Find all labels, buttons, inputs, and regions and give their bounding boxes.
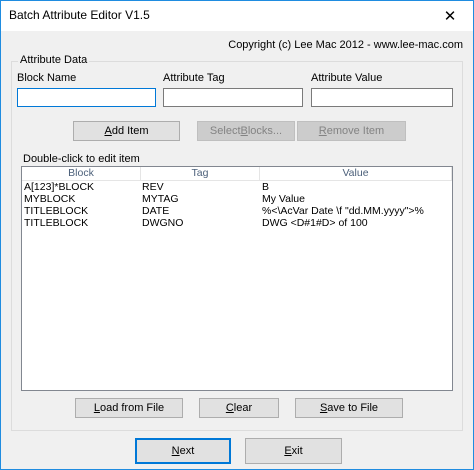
select-blocks-label-pre: Select <box>209 125 241 137</box>
attribute-list-view[interactable]: Block Tag Value A[123]*BLOCK REV B MYBLO… <box>21 166 453 391</box>
copyright-text: Copyright (c) Lee Mac 2012 - www.lee-mac… <box>228 39 463 51</box>
remove-item-label-post: emove Item <box>326 125 385 137</box>
cell-tag: MYTAG <box>142 193 179 205</box>
cell-tag: DATE <box>142 205 170 217</box>
title-bar[interactable]: Batch Attribute Editor V1.5 ✕ <box>1 1 473 31</box>
block-name-label: Block Name <box>17 72 77 84</box>
attribute-data-group-label: Attribute Data <box>18 54 90 66</box>
next-label-mnemonic: N <box>171 445 180 457</box>
list-header: Block Tag Value <box>22 167 452 181</box>
clear-label-mnemonic: C <box>225 402 234 414</box>
block-name-input[interactable] <box>17 88 156 107</box>
cell-value: %<\AcVar Date \f "dd.MM.yyyy">% <box>262 205 424 217</box>
column-header-block[interactable]: Block <box>22 167 141 180</box>
save-to-file-button[interactable]: Save to File <box>295 398 403 418</box>
next-label-post: ext <box>179 445 195 457</box>
cell-value: My Value <box>262 193 305 205</box>
batch-attribute-editor-window: Batch Attribute Editor V1.5 ✕ Copyright … <box>0 0 474 470</box>
select-blocks-label-post: locks... <box>247 125 283 137</box>
cell-tag: DWGNO <box>142 217 184 229</box>
table-row[interactable]: TITLEBLOCK DATE %<\AcVar Date \f "dd.MM.… <box>22 205 452 217</box>
table-row[interactable]: A[123]*BLOCK REV B <box>22 181 452 193</box>
table-row[interactable]: MYBLOCK MYTAG My Value <box>22 193 452 205</box>
cell-value: B <box>262 181 270 193</box>
column-header-value[interactable]: Value <box>260 167 452 180</box>
exit-label-post: xit <box>291 445 303 457</box>
attribute-value-input[interactable] <box>311 88 453 107</box>
add-item-label-mnemonic: A <box>104 125 112 137</box>
attribute-value-label: Attribute Value <box>311 72 383 84</box>
cell-block: TITLEBLOCK <box>24 205 89 217</box>
exit-button[interactable]: Exit <box>245 438 342 464</box>
list-hint-label: Double-click to edit item <box>23 153 140 165</box>
attribute-tag-input[interactable] <box>163 88 303 107</box>
save-to-file-label-mnemonic: S <box>319 402 328 414</box>
load-from-file-button[interactable]: Load from File <box>75 398 183 418</box>
select-blocks-button[interactable]: Select Blocks... <box>197 121 295 141</box>
cell-block: A[123]*BLOCK <box>24 181 95 193</box>
column-header-tag[interactable]: Tag <box>141 167 260 180</box>
exit-label-mnemonic: E <box>284 445 292 457</box>
remove-item-button[interactable]: Remove Item <box>297 121 406 141</box>
add-item-button[interactable]: Add Item <box>73 121 180 141</box>
clear-label-post: lear <box>233 402 253 414</box>
remove-item-label-mnemonic: R <box>318 125 327 137</box>
cell-block: MYBLOCK <box>24 193 76 205</box>
attribute-data-group: Attribute Data Block Name Attribute Tag … <box>11 54 463 431</box>
close-icon: ✕ <box>443 8 457 25</box>
close-button[interactable]: ✕ <box>427 1 473 31</box>
load-from-file-label-post: oad from File <box>99 402 165 414</box>
save-to-file-label-post: ave to File <box>327 402 379 414</box>
next-button[interactable]: Next <box>135 438 231 464</box>
window-title: Batch Attribute Editor V1.5 <box>9 8 150 22</box>
clear-button[interactable]: Clear <box>199 398 279 418</box>
table-row[interactable]: TITLEBLOCK DWGNO DWG <D#1#D> of 100 <box>22 217 452 229</box>
cell-value: DWG <D#1#D> of 100 <box>262 217 368 229</box>
add-item-label-post: dd Item <box>111 125 149 137</box>
cell-tag: REV <box>142 181 164 193</box>
attribute-tag-label: Attribute Tag <box>163 72 225 84</box>
select-blocks-label-mnemonic: B <box>240 125 248 137</box>
cell-block: TITLEBLOCK <box>24 217 89 229</box>
